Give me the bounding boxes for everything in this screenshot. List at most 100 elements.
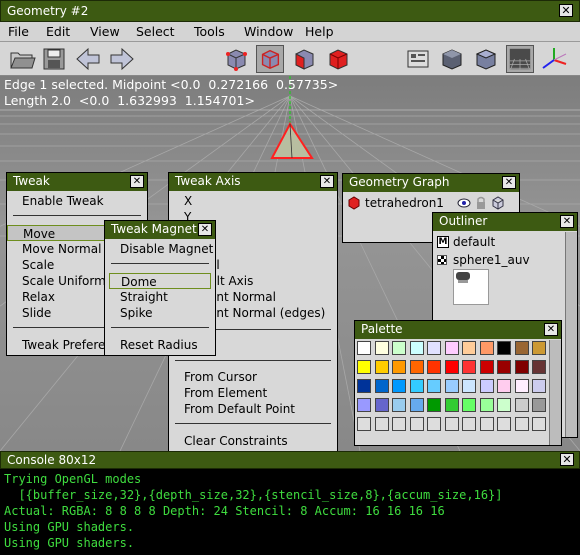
- palette-swatch[interactable]: [392, 341, 406, 355]
- eye-icon[interactable]: [457, 196, 471, 210]
- window-titlebar[interactable]: Geometry #2 ✕: [0, 0, 580, 22]
- palette-swatch[interactable]: [479, 341, 494, 355]
- menu-help[interactable]: Help: [305, 24, 334, 39]
- tweak-axis-titlebar[interactable]: Tweak Axis: [169, 173, 337, 191]
- redo-arrow-icon[interactable]: [108, 45, 136, 73]
- tweak-axis-close-button[interactable]: ✕: [320, 175, 334, 188]
- palette-swatch[interactable]: [374, 360, 389, 374]
- palette-swatch[interactable]: [374, 379, 389, 393]
- undo-arrow-icon[interactable]: [74, 45, 102, 73]
- outliner-titlebar[interactable]: Outliner: [433, 213, 577, 231]
- palette-swatch[interactable]: [514, 341, 529, 355]
- palette-swatch[interactable]: [444, 398, 459, 412]
- palette-swatch[interactable]: [409, 341, 424, 355]
- palette-swatch[interactable]: [479, 398, 494, 412]
- palette-swatch[interactable]: [427, 341, 441, 355]
- menu-select[interactable]: Select: [136, 24, 175, 39]
- palette-swatch[interactable]: [514, 379, 529, 393]
- palette-swatch[interactable]: [409, 379, 424, 393]
- flat-shaded-icon[interactable]: [472, 45, 500, 73]
- palette-swatch[interactable]: [392, 379, 406, 393]
- palette-scrollbar[interactable]: [549, 340, 561, 445]
- palette-swatch[interactable]: [462, 360, 476, 374]
- menu-window[interactable]: Window: [244, 24, 293, 39]
- palette-swatch[interactable]: [357, 360, 371, 374]
- tweak-close-button[interactable]: ✕: [130, 175, 144, 188]
- palette-swatch[interactable]: [444, 417, 459, 431]
- palette-swatch[interactable]: [409, 417, 424, 431]
- palette-swatch[interactable]: [392, 360, 406, 374]
- palette-swatch[interactable]: [532, 379, 546, 393]
- palette-swatch[interactable]: [427, 417, 441, 431]
- open-folder-icon[interactable]: [8, 45, 36, 73]
- graph-object-row[interactable]: tetrahedron1: [345, 194, 517, 212]
- palette-close-button[interactable]: ✕: [544, 323, 558, 336]
- vertex-select-icon[interactable]: [222, 45, 250, 73]
- menu-view[interactable]: View: [90, 24, 120, 39]
- outliner-item-sphere[interactable]: sphere1_auv: [435, 253, 575, 269]
- console-titlebar[interactable]: Console 80x12: [0, 451, 580, 469]
- palette-swatch[interactable]: [462, 379, 476, 393]
- palette-swatch[interactable]: [514, 398, 529, 412]
- palette-swatch[interactable]: [357, 417, 371, 431]
- palette-swatch[interactable]: [392, 398, 406, 412]
- tweak-magnet-close-button[interactable]: ✕: [198, 223, 212, 236]
- menu-file[interactable]: File: [8, 24, 29, 39]
- palette-swatch[interactable]: [444, 360, 459, 374]
- geometry-graph-close-button[interactable]: ✕: [502, 176, 516, 189]
- enable-tweak[interactable]: Enable Tweak: [7, 193, 147, 209]
- palette-swatch[interactable]: [479, 417, 494, 431]
- palette-swatch[interactable]: [497, 341, 511, 355]
- palette-swatch[interactable]: [357, 341, 371, 355]
- wireframe-ground-icon[interactable]: [506, 45, 534, 73]
- palette-swatch[interactable]: [497, 417, 511, 431]
- console-close-button[interactable]: ✕: [560, 453, 574, 466]
- magnet-straight[interactable]: Straight: [105, 289, 215, 305]
- palette-swatch[interactable]: [479, 360, 494, 374]
- palette-swatch[interactable]: [427, 360, 441, 374]
- palette-swatch[interactable]: [497, 360, 511, 374]
- palette-swatch[interactable]: [444, 341, 459, 355]
- axes-icon[interactable]: [540, 45, 568, 73]
- window-close-button[interactable]: ✕: [559, 4, 573, 17]
- perspective-icon[interactable]: [404, 45, 432, 73]
- outliner-scrollbar[interactable]: [565, 232, 577, 437]
- geometry-graph-titlebar[interactable]: Geometry Graph: [343, 174, 519, 192]
- outliner-item-default[interactable]: M default: [435, 235, 575, 251]
- tweak-titlebar[interactable]: Tweak: [7, 173, 147, 191]
- palette-swatch[interactable]: [374, 398, 389, 412]
- palette-swatch[interactable]: [357, 398, 371, 412]
- palette-swatch[interactable]: [532, 417, 546, 431]
- body-select-icon[interactable]: [324, 45, 352, 73]
- wire-cube-icon[interactable]: [491, 196, 505, 210]
- palette-swatch[interactable]: [374, 341, 389, 355]
- axis-x[interactable]: X: [169, 193, 337, 209]
- tetrahedron-object[interactable]: [262, 120, 322, 180]
- palette-swatch[interactable]: [514, 417, 529, 431]
- palette-swatch[interactable]: [444, 379, 459, 393]
- edge-select-icon[interactable]: [256, 45, 284, 73]
- palette-titlebar[interactable]: Palette: [355, 321, 561, 339]
- palette-swatch[interactable]: [497, 398, 511, 412]
- clear-constraints[interactable]: Clear Constraints: [169, 433, 337, 449]
- palette-swatch[interactable]: [479, 379, 494, 393]
- palette-swatch[interactable]: [374, 417, 389, 431]
- save-icon[interactable]: [40, 45, 68, 73]
- face-select-icon[interactable]: [290, 45, 318, 73]
- palette-swatch[interactable]: [392, 417, 406, 431]
- from-cursor[interactable]: From Cursor: [169, 369, 337, 385]
- menu-edit[interactable]: Edit: [46, 24, 70, 39]
- smooth-shaded-icon[interactable]: [438, 45, 466, 73]
- palette-swatch[interactable]: [462, 341, 476, 355]
- palette-swatch[interactable]: [532, 398, 546, 412]
- menu-tools[interactable]: Tools: [194, 24, 225, 39]
- lock-icon[interactable]: [475, 196, 487, 210]
- reset-radius[interactable]: Reset Radius: [105, 337, 215, 353]
- palette-swatch[interactable]: [409, 398, 424, 412]
- palette-swatch[interactable]: [427, 379, 441, 393]
- palette-swatch[interactable]: [409, 360, 424, 374]
- palette-swatch[interactable]: [532, 341, 546, 355]
- disable-magnet[interactable]: Disable Magnet: [105, 241, 215, 257]
- palette-swatch[interactable]: [532, 360, 546, 374]
- palette-swatch[interactable]: [462, 398, 476, 412]
